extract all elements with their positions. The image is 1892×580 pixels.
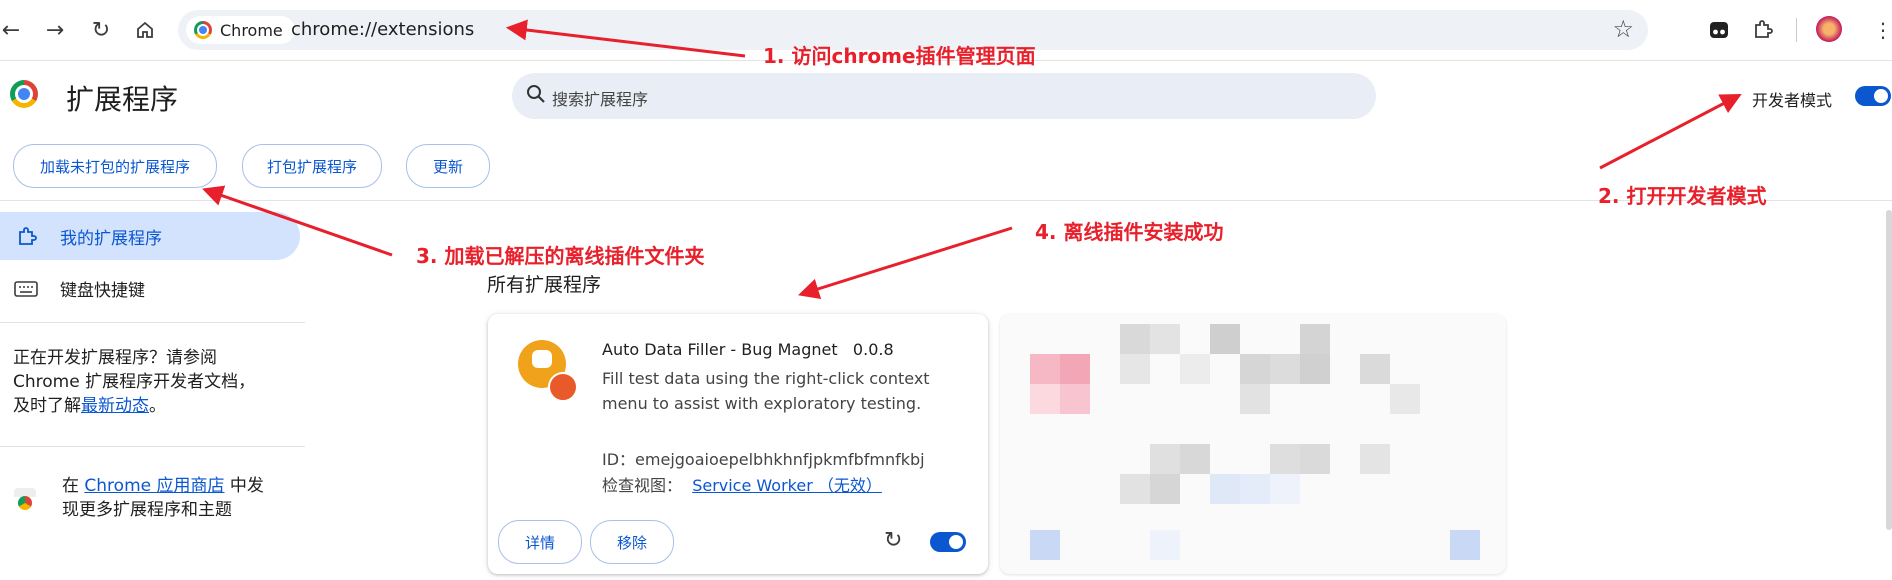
annotation-step1: 1. 访问chrome插件管理页面	[763, 44, 1036, 68]
annotation-step4: 4. 离线插件安装成功	[1035, 220, 1224, 244]
arrow-step2	[1599, 94, 1742, 170]
arrow-step4	[797, 226, 1013, 299]
annotation-step2: 2. 打开开发者模式	[1598, 184, 1767, 208]
arrow-step3	[202, 185, 393, 257]
page-scrollbar[interactable]	[1886, 210, 1892, 530]
annotation-arrows	[202, 19, 1742, 299]
annotation-step3: 3. 加载已解压的离线插件文件夹	[416, 244, 705, 268]
arrow-step1	[505, 19, 746, 58]
